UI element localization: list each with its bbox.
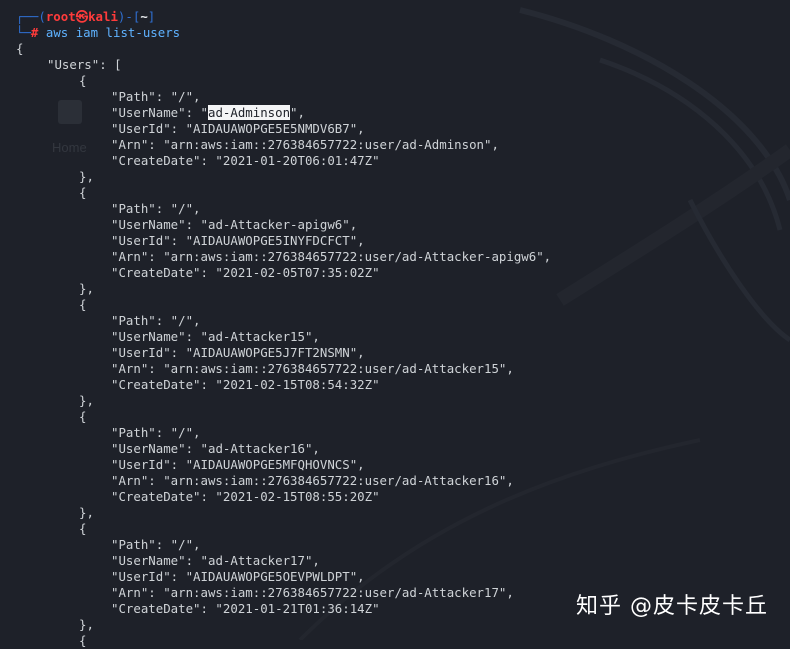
prompt-line-2: └─# aws iam list-users (16, 25, 181, 40)
trailing-open-brace: { (79, 633, 87, 648)
user-userid: "UserId": "AIDAUAWOPGE5INYFDCFCT", (111, 233, 365, 248)
user-createdate: "CreateDate": "2021-02-05T07:35:02Z" (111, 265, 380, 280)
user-createdate: "CreateDate": "2021-02-15T08:54:32Z" (111, 377, 380, 392)
user-open: { (79, 73, 87, 88)
user-entry: { "Path": "/", "UserName": "ad-Adminson"… (16, 73, 790, 185)
user-open: { (79, 521, 87, 536)
user-username: "UserName": "ad-Attacker-apigw6", (111, 217, 358, 232)
user-open: { (79, 297, 87, 312)
user-close: }, (79, 393, 94, 408)
user-createdate: "CreateDate": "2021-02-15T08:55:20Z" (111, 489, 380, 504)
user-arn: "Arn": "arn:aws:iam::276384657722:user/a… (111, 361, 514, 376)
user-username: "UserName": "ad-Attacker15", (111, 329, 320, 344)
user-arn: "Arn": "arn:aws:iam::276384657722:user/a… (111, 249, 552, 264)
prompt-host: kali (88, 9, 118, 24)
user-open: { (79, 409, 87, 424)
prompt-at-symbol: ㉿ (75, 9, 89, 24)
terminal-output[interactable]: ┌──(root㉿kali)-[~] └─# aws iam list-user… (16, 9, 790, 649)
selected-username[interactable]: ad-Adminson (207, 105, 291, 120)
user-userid: "UserId": "AIDAUAWOPGE5OEVPWLDPT", (111, 569, 365, 584)
prompt-hash: # (30, 25, 39, 40)
user-createdate: "CreateDate": "2021-01-20T06:01:47Z" (111, 153, 380, 168)
user-username: "UserName": "ad-Adminson", (111, 105, 305, 120)
user-username: "UserName": "ad-Attacker17", (111, 553, 320, 568)
prompt-user: root (45, 9, 76, 24)
user-path: "Path": "/", (111, 201, 201, 216)
command-text: aws iam list-users (45, 25, 181, 40)
user-entry: { "Path": "/", "UserName": "ad-Attacker-… (16, 185, 790, 297)
users-key: "Users": [ (47, 57, 122, 72)
user-userid: "UserId": "AIDAUAWOPGE5E5NMDV6B7", (111, 121, 365, 136)
user-close: }, (79, 281, 94, 296)
user-close: }, (79, 169, 94, 184)
user-open: { (79, 185, 87, 200)
user-path: "Path": "/", (111, 425, 201, 440)
user-arn: "Arn": "arn:aws:iam::276384657722:user/a… (111, 473, 514, 488)
user-arn: "Arn": "arn:aws:iam::276384657722:user/a… (111, 137, 499, 152)
user-entry: { "Path": "/", "UserName": "ad-Attacker1… (16, 297, 790, 409)
user-userid: "UserId": "AIDAUAWOPGE5MFQHOVNCS", (111, 457, 365, 472)
user-path: "Path": "/", (111, 313, 201, 328)
prompt-line-1: ┌──(root㉿kali)-[~] (16, 9, 156, 24)
zhihu-watermark: 知乎 @皮卡皮卡丘 (576, 594, 768, 619)
user-username: "UserName": "ad-Attacker16", (111, 441, 320, 456)
json-open-brace: { (16, 41, 24, 56)
user-path: "Path": "/", (111, 89, 201, 104)
prompt-cwd: ~ (140, 9, 148, 24)
user-userid: "UserId": "AIDAUAWOPGE5J7FT2NSMN", (111, 345, 365, 360)
user-path: "Path": "/", (111, 537, 201, 552)
user-entry: { "Path": "/", "UserName": "ad-Attacker1… (16, 409, 790, 521)
user-close: }, (79, 505, 94, 520)
